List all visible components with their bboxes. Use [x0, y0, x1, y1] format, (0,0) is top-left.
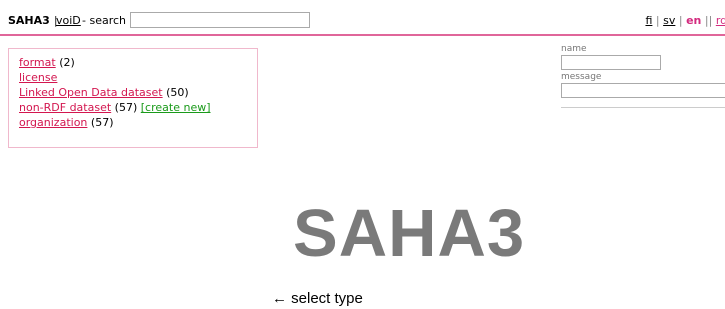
- chat-message-field[interactable]: [561, 83, 725, 98]
- type-item: organization (57): [19, 115, 247, 130]
- saha-logo: SAHA3: [293, 196, 526, 271]
- chat-divider: [561, 107, 725, 108]
- type-count: (57): [114, 101, 138, 114]
- top-bar: SAHA3 | voiD - search fi | sv | en || rd…: [0, 0, 725, 36]
- type-link-lod-dataset[interactable]: Linked Open Data dataset: [19, 86, 163, 99]
- type-item: non-RDF dataset (57) [create new]: [19, 100, 247, 115]
- type-count: (57): [90, 116, 114, 129]
- search-input[interactable]: [130, 12, 310, 28]
- chat-name-label: name: [561, 44, 587, 54]
- lang-separator: ||: [704, 14, 713, 27]
- type-count: (2): [59, 56, 75, 69]
- type-link-format[interactable]: format: [19, 56, 56, 69]
- rdf-link[interactable]: rdf: [716, 14, 725, 27]
- type-link-organization[interactable]: organization: [19, 116, 87, 129]
- language-switch: fi | sv | en || rdf: [645, 14, 725, 27]
- chat-panel: name message: [561, 44, 725, 98]
- app-brand: SAHA3 |: [8, 14, 58, 27]
- type-link-license[interactable]: license: [19, 71, 57, 84]
- type-link-non-rdf-dataset[interactable]: non-RDF dataset: [19, 101, 111, 114]
- chat-message-label: message: [561, 72, 602, 82]
- void-link[interactable]: voiD: [56, 14, 81, 27]
- select-type-hint: ← select type: [272, 290, 363, 307]
- lang-separator: |: [678, 14, 683, 27]
- lang-separator: |: [655, 14, 660, 27]
- create-new-link[interactable]: [create new]: [141, 101, 211, 114]
- search-label: - search: [82, 14, 127, 27]
- type-item: license: [19, 70, 247, 85]
- type-item: format (2): [19, 55, 247, 70]
- lang-en-current: en: [686, 14, 702, 27]
- chat-name-field[interactable]: [561, 55, 661, 70]
- type-list: format (2) license Linked Open Data data…: [8, 48, 258, 148]
- lang-fi-link[interactable]: fi: [645, 14, 652, 27]
- type-item: Linked Open Data dataset (50): [19, 85, 247, 100]
- lang-sv-link[interactable]: sv: [663, 14, 675, 27]
- type-count: (50): [166, 86, 189, 99]
